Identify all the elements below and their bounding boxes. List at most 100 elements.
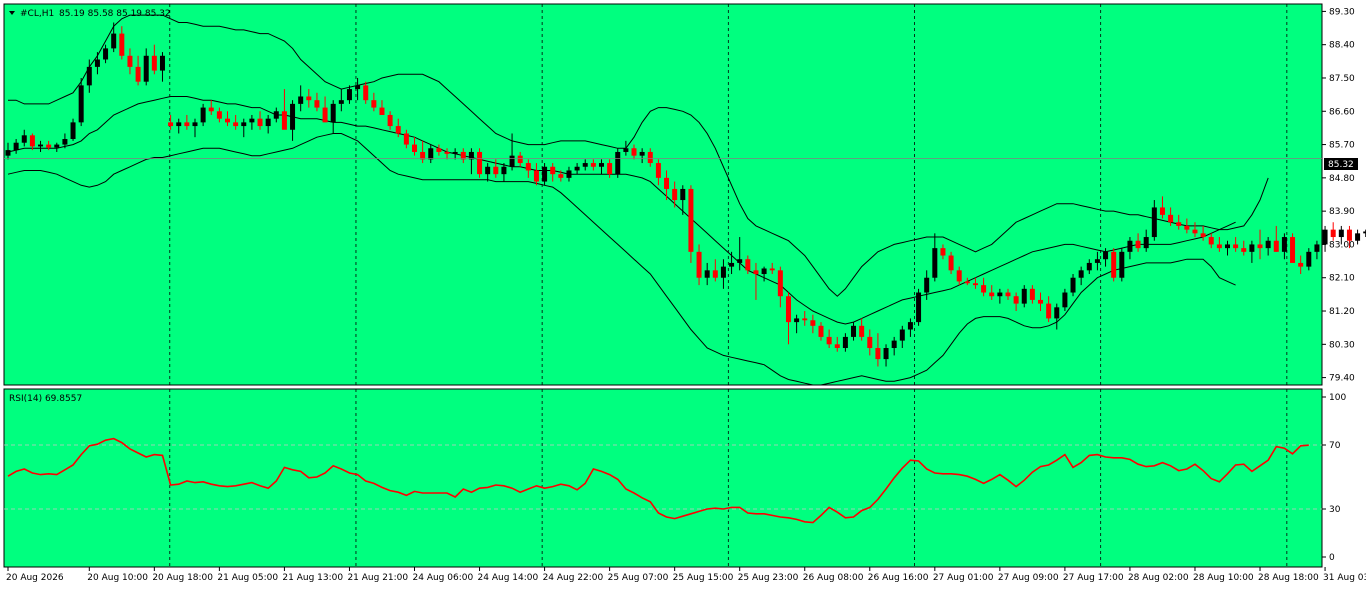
candle-body: [168, 122, 173, 126]
candle-body: [331, 104, 336, 122]
candle-body: [1258, 244, 1263, 248]
candle: [1111, 248, 1116, 281]
candle-body: [623, 148, 628, 152]
candle-body: [136, 67, 141, 82]
candle-body: [697, 252, 702, 278]
price-tick-label: 85.70: [1329, 141, 1355, 151]
candle-body: [997, 293, 1002, 297]
candle-body: [859, 326, 864, 337]
candle-body: [680, 189, 685, 200]
candle-body: [916, 293, 921, 323]
price-tick-label: 79.40: [1329, 374, 1355, 384]
time-tick-label: 24 Aug 14:00: [478, 573, 539, 583]
time-tick-label: 25 Aug 15:00: [673, 573, 734, 583]
candle-body: [1331, 230, 1336, 237]
candle-body: [510, 156, 515, 167]
price-tick-label: 89.30: [1329, 7, 1355, 17]
rsi-tick-label: 30: [1329, 505, 1341, 515]
candle-body: [274, 111, 279, 118]
candle-body: [485, 167, 490, 174]
candle-body: [1046, 304, 1051, 319]
price-tick-label: 83.90: [1329, 207, 1355, 217]
candle-body: [1022, 289, 1027, 304]
candle-body: [1184, 226, 1189, 230]
candle-body: [379, 108, 384, 115]
candle-body: [493, 167, 498, 174]
candle-body: [266, 119, 271, 126]
candle-body: [583, 163, 588, 167]
candle: [688, 185, 693, 263]
time-tick-label: 21 Aug 21:00: [347, 573, 408, 583]
candle-body: [924, 278, 929, 293]
candle-body: [542, 167, 547, 182]
candle-body: [737, 259, 742, 263]
candle-body: [591, 163, 596, 167]
candle-body: [566, 170, 571, 177]
candle-body: [1038, 300, 1043, 304]
price-tick-label: 81.20: [1329, 307, 1355, 317]
rsi-indicator-label: RSI(14) 69.8557: [9, 394, 82, 404]
candle-body: [1079, 270, 1084, 277]
candle-body: [940, 248, 945, 255]
candle-body: [46, 145, 51, 148]
candle-body: [1005, 293, 1010, 297]
time-tick-label: 31 Aug 03:00: [1323, 573, 1366, 583]
candle-body: [640, 152, 645, 156]
candle-body: [819, 326, 824, 337]
candle-body: [1266, 241, 1271, 248]
candle-body: [71, 122, 76, 139]
candle-body: [1062, 293, 1067, 308]
candle-body: [453, 152, 458, 154]
rsi-tick-label: 100: [1329, 393, 1346, 403]
candle-body: [62, 139, 67, 145]
candle-body: [1160, 207, 1165, 214]
candle-body: [1111, 252, 1116, 278]
candle-body: [1339, 230, 1344, 237]
candle-body: [363, 85, 368, 100]
candle: [916, 289, 921, 326]
time-tick-label: 24 Aug 22:00: [543, 573, 604, 583]
candle-body: [1282, 237, 1287, 252]
candle-body: [436, 148, 441, 152]
candle-body: [599, 163, 604, 167]
symbol-label: #CL,H1: [20, 9, 54, 19]
candle-body: [412, 145, 417, 152]
chart-canvas[interactable]: 89.3088.4087.5086.6085.7084.8083.9083.00…: [0, 0, 1366, 586]
candle-body: [258, 119, 263, 126]
candle-body: [282, 111, 287, 129]
candle-body: [184, 122, 189, 126]
candle-body: [1355, 233, 1360, 240]
candle-body: [1119, 252, 1124, 278]
candle-body: [900, 330, 905, 341]
candle-body: [843, 337, 848, 348]
chart-terminal[interactable]: 89.3088.4087.5086.6085.7084.8083.9083.00…: [0, 0, 1366, 586]
candle-body: [152, 56, 157, 71]
candle-body: [973, 283, 978, 285]
candle-body: [794, 318, 799, 322]
price-tick-label: 87.50: [1329, 74, 1355, 84]
candle-body: [323, 108, 328, 123]
price-tick-label: 82.10: [1329, 274, 1355, 284]
candle-body: [1192, 230, 1197, 234]
main-price-panel[interactable]: [4, 4, 1322, 385]
candle: [615, 148, 620, 178]
candle-body: [713, 270, 718, 277]
candle-body: [38, 145, 43, 147]
candle-body: [201, 108, 206, 123]
price-tick-label: 88.40: [1329, 41, 1355, 51]
candle-body: [1144, 237, 1149, 248]
candle-body: [1306, 252, 1311, 267]
candle-body: [721, 267, 726, 278]
time-tick-label: 24 Aug 06:00: [413, 573, 474, 583]
candle-body: [1201, 233, 1206, 237]
ohlc-label: 85.19 85.58 85.19 85.32: [59, 9, 171, 19]
candle-body: [705, 270, 710, 277]
candle-body: [119, 34, 124, 56]
candle-body: [770, 268, 775, 270]
rsi-panel[interactable]: [4, 389, 1322, 567]
candle-body: [1054, 307, 1059, 318]
candle-body: [404, 133, 409, 144]
candle-body: [160, 56, 165, 71]
candle-body: [22, 135, 27, 142]
price-tick-label: 86.60: [1329, 107, 1355, 117]
